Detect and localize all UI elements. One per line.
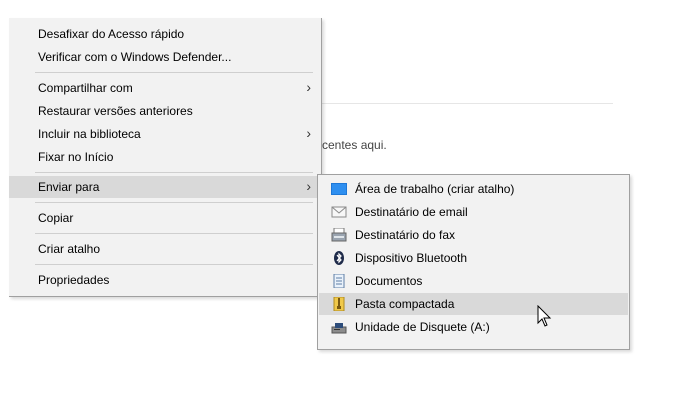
menu-separator: [35, 202, 313, 203]
menu-separator: [35, 233, 313, 234]
chevron-right-icon: ›: [306, 79, 311, 95]
desktop-icon: [331, 183, 347, 195]
menu-item-label: Criar atalho: [38, 242, 101, 256]
fax-icon: [331, 228, 347, 242]
chevron-right-icon: ›: [306, 178, 311, 194]
mouse-pointer-icon: [537, 305, 552, 327]
zip-folder-icon: [333, 297, 345, 311]
menu-item-label: Desafixar do Acesso rápido: [38, 27, 185, 41]
submenu-item-label: Unidade de Disquete (A:): [355, 320, 490, 334]
menu-item-label: Enviar para: [38, 180, 100, 194]
bluetooth-icon: [334, 251, 344, 265]
send-to-documents[interactable]: Documentos: [319, 270, 628, 292]
send-to-bluetooth[interactable]: Dispositivo Bluetooth: [319, 247, 628, 269]
submenu-item-label: Pasta compactada: [355, 297, 455, 311]
send-to-mail-recipient[interactable]: Destinatário de email: [319, 201, 628, 223]
send-to-floppy-drive[interactable]: Unidade de Disquete (A:): [319, 316, 628, 338]
background-divider: [322, 103, 613, 104]
send-to-compressed-folder[interactable]: Pasta compactada: [319, 293, 628, 315]
menu-item-pin-start[interactable]: Fixar no Início: [9, 146, 321, 168]
menu-item-label: Incluir na biblioteca: [38, 127, 141, 141]
menu-item-create-shortcut[interactable]: Criar atalho: [9, 238, 321, 260]
send-to-submenu: Área de trabalho (criar atalho) Destinat…: [317, 174, 630, 350]
menu-item-properties[interactable]: Propriedades: [9, 269, 321, 291]
chevron-right-icon: ›: [306, 125, 311, 141]
documents-icon: [333, 274, 345, 288]
menu-separator: [35, 172, 313, 173]
menu-separator: [35, 264, 313, 265]
submenu-item-label: Destinatário do fax: [355, 228, 456, 242]
menu-item-unpin-quick-access[interactable]: Desafixar do Acesso rápido: [9, 23, 321, 45]
menu-item-include-library[interactable]: Incluir na biblioteca ›: [9, 123, 321, 145]
submenu-item-label: Destinatário de email: [355, 205, 468, 219]
submenu-item-label: Dispositivo Bluetooth: [355, 251, 468, 265]
mail-icon: [331, 206, 347, 218]
menu-separator: [35, 72, 313, 73]
menu-item-label: Restaurar versões anteriores: [38, 104, 193, 118]
background-hint-text: centes aqui.: [322, 138, 387, 152]
menu-item-label: Verificar com o Windows Defender...: [38, 50, 232, 64]
send-to-desktop[interactable]: Área de trabalho (criar atalho): [319, 178, 628, 200]
menu-item-label: Compartilhar com: [38, 81, 133, 95]
menu-item-label: Fixar no Início: [38, 150, 114, 164]
context-menu: Desafixar do Acesso rápido Verificar com…: [9, 18, 322, 297]
menu-item-label: Propriedades: [38, 273, 110, 287]
floppy-drive-icon: [331, 323, 347, 334]
menu-item-scan-defender[interactable]: Verificar com o Windows Defender...: [9, 46, 321, 68]
submenu-item-label: Área de trabalho (criar atalho): [355, 182, 515, 196]
menu-item-copy[interactable]: Copiar: [9, 207, 321, 229]
menu-item-share-with[interactable]: Compartilhar com ›: [9, 77, 321, 99]
menu-item-send-to[interactable]: Enviar para ›: [9, 176, 321, 198]
submenu-item-label: Documentos: [355, 274, 423, 288]
menu-item-label: Copiar: [38, 211, 74, 225]
send-to-fax-recipient[interactable]: Destinatário do fax: [319, 224, 628, 246]
menu-item-restore-versions[interactable]: Restaurar versões anteriores: [9, 100, 321, 122]
